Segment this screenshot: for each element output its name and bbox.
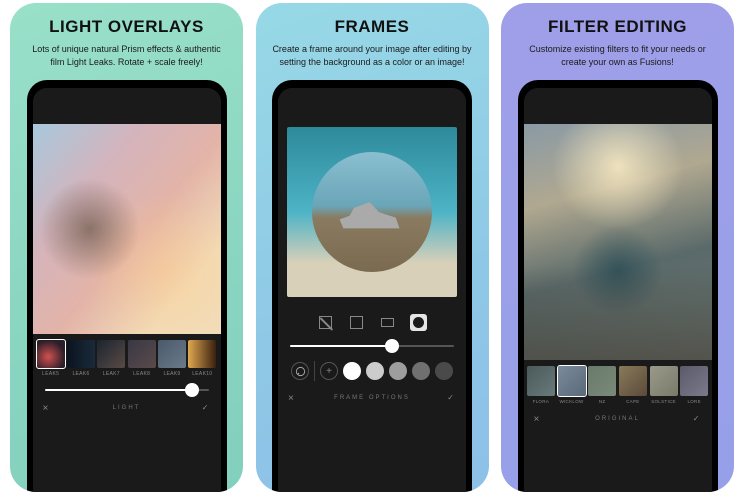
framed-photo[interactable] <box>278 124 466 300</box>
swatch-lightgray[interactable] <box>366 362 384 380</box>
panel-description: Lots of unique natural Prism effects & a… <box>27 43 227 68</box>
confirm-icon[interactable]: ✓ <box>447 393 456 402</box>
filtered-photo[interactable] <box>524 124 712 360</box>
frame-background <box>287 127 457 297</box>
phone-frame: LEAK5 LEAK6 LEAK7 LEAK8 LEAK9 LEAK10 × L… <box>27 80 227 492</box>
phone-frame: + × FRAME OPTIONS ✓ <box>272 80 472 492</box>
thumb-leak5[interactable]: LEAK5 <box>37 340 65 377</box>
frame-shape-row <box>278 300 466 335</box>
shape-none-icon[interactable] <box>317 314 334 331</box>
swatch-charcoal[interactable] <box>435 362 453 380</box>
phone-screen: LEAK5 LEAK6 LEAK7 LEAK8 LEAK9 LEAK10 × L… <box>33 88 221 492</box>
intensity-slider[interactable] <box>33 379 221 395</box>
panel-title: LIGHT OVERLAYS <box>49 17 204 37</box>
status-bar-gap <box>278 88 466 124</box>
frame-size-slider[interactable] <box>278 335 466 351</box>
circle-mask-image <box>312 152 432 272</box>
overlay-thumbnails: LEAK5 LEAK6 LEAK7 LEAK8 LEAK9 LEAK10 <box>33 334 221 379</box>
panel-title: FILTER EDITING <box>548 17 687 37</box>
status-bar-gap <box>524 88 712 124</box>
phone-frame: FLORA WICKLOW NZ CAPE SOLSTICE LORE × OR… <box>518 80 718 492</box>
confirm-icon[interactable]: ✓ <box>202 403 211 412</box>
eyedropper-icon[interactable] <box>291 362 309 380</box>
shape-circle-icon[interactable] <box>410 314 427 331</box>
thumb-lore[interactable]: LORE <box>680 366 709 404</box>
panel-light-overlays: LIGHT OVERLAYS Lots of unique natural Pr… <box>10 3 243 492</box>
cancel-icon[interactable]: × <box>534 414 542 425</box>
section-footer: × FRAME OPTIONS ✓ <box>278 385 466 407</box>
edited-photo[interactable] <box>33 124 221 334</box>
section-footer: × ORIGINAL ✓ <box>524 406 712 428</box>
shape-wide-icon[interactable] <box>379 314 396 331</box>
cancel-icon[interactable]: × <box>43 403 51 414</box>
status-bar-gap <box>33 88 221 124</box>
swatch-darkgray[interactable] <box>412 362 430 380</box>
phone-screen: + × FRAME OPTIONS ✓ <box>278 88 466 492</box>
swatch-white[interactable] <box>343 362 361 380</box>
add-color-icon[interactable]: + <box>320 362 338 380</box>
panel-description: Customize existing filters to fit your n… <box>518 43 718 68</box>
panel-description: Create a frame around your image after e… <box>272 43 472 68</box>
confirm-icon[interactable]: ✓ <box>693 414 702 423</box>
swatch-gray[interactable] <box>389 362 407 380</box>
section-footer: × LIGHT ✓ <box>33 395 221 417</box>
thumb-nz[interactable]: NZ <box>588 366 617 404</box>
frame-color-row: + <box>278 351 466 385</box>
panel-title: FRAMES <box>335 17 410 37</box>
thumb-leak8[interactable]: LEAK8 <box>127 340 155 377</box>
thumb-leak10[interactable]: LEAK10 <box>188 340 216 377</box>
thumb-flora[interactable]: FLORA <box>527 366 556 404</box>
thumb-wicklow[interactable]: WICKLOW <box>557 366 586 404</box>
panel-frames: FRAMES Create a frame around your image … <box>256 3 489 492</box>
thumb-leak9[interactable]: LEAK9 <box>158 340 186 377</box>
thumb-solstice[interactable]: SOLSTICE <box>649 366 678 404</box>
filter-thumbnails: FLORA WICKLOW NZ CAPE SOLSTICE LORE <box>524 360 712 406</box>
thumb-cape[interactable]: CAPE <box>619 366 648 404</box>
thumb-leak6[interactable]: LEAK6 <box>67 340 95 377</box>
shape-square-icon[interactable] <box>348 314 365 331</box>
thumb-leak7[interactable]: LEAK7 <box>97 340 125 377</box>
panel-filter-editing: FILTER EDITING Customize existing filter… <box>501 3 734 492</box>
cancel-icon[interactable]: × <box>288 393 296 404</box>
phone-screen: FLORA WICKLOW NZ CAPE SOLSTICE LORE × OR… <box>524 88 712 492</box>
